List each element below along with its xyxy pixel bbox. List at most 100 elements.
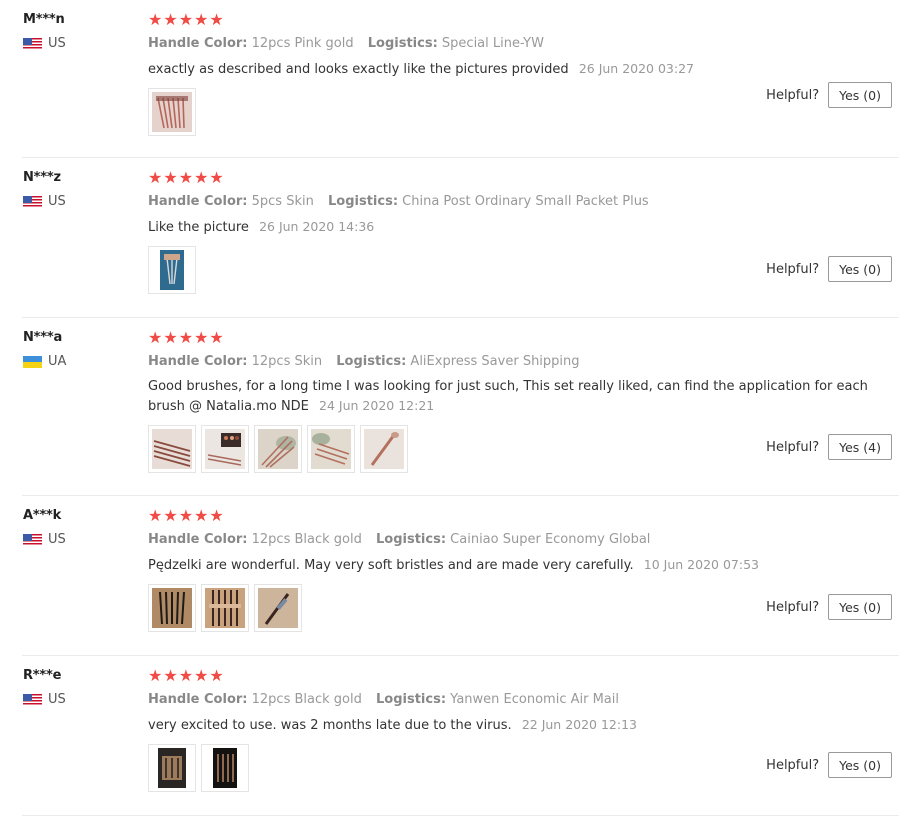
star-icon: ★ [178, 328, 194, 347]
country-code: US [48, 532, 66, 547]
buyer-country: US [23, 692, 133, 707]
star-icon: ★ [194, 506, 209, 525]
helpful-yes-button[interactable]: Yes (0) [828, 256, 892, 282]
review-date: 10 Jun 2020 07:53 [643, 557, 759, 572]
handle-color-value: 12pcs Black gold [251, 532, 362, 547]
us-flag-icon [23, 693, 42, 706]
logistics-label: Logistics: [367, 36, 438, 51]
order-info: Handle Color: 12pcs Pink gold Logistics:… [148, 36, 893, 51]
review-photo[interactable] [148, 584, 196, 632]
star-icon: ★ [194, 328, 209, 347]
review-date: 26 Jun 2020 03:27 [578, 61, 695, 76]
handle-color-label: Handle Color: [148, 354, 248, 369]
helpful-label: Helpful? [766, 439, 820, 455]
star-icon: ★ [163, 10, 178, 29]
helpful-vote: Helpful? Yes (0) [766, 752, 892, 778]
star-icon: ★ [178, 666, 194, 685]
brush-set-photo [311, 429, 351, 469]
star-icon: ★ [209, 168, 224, 187]
review-date: 24 Jun 2020 12:21 [319, 398, 435, 413]
country-code: US [48, 194, 66, 209]
buyer-info: A***k US [23, 508, 133, 547]
star-rating: ★ ★ ★ ★ ★ [148, 12, 893, 28]
helpful-vote: Helpful? Yes (0) [766, 256, 892, 282]
review-text: Good brushes, for a long time I was look… [148, 377, 888, 416]
star-icon: ★ [209, 666, 224, 685]
buyer-country: US [23, 36, 133, 51]
star-icon: ★ [163, 328, 178, 347]
handle-color-label: Handle Color: [148, 692, 248, 707]
review-photo[interactable] [201, 584, 249, 632]
review-photo[interactable] [148, 744, 196, 792]
brush-set-photo [205, 588, 245, 628]
helpful-vote: Helpful? Yes (4) [766, 434, 892, 460]
review-text: Pędzelki are wonderful. May very soft br… [148, 555, 888, 575]
review-body: Like the picture [148, 220, 249, 235]
helpful-label: Helpful? [766, 599, 820, 615]
brush-set-photo [152, 588, 192, 628]
review-text: Like the picture 26 Jun 2020 14:36 [148, 217, 888, 237]
ua-flag-icon [23, 355, 42, 368]
buyer-country: US [23, 532, 133, 547]
palette-photo [205, 429, 245, 469]
handle-color-label: Handle Color: [148, 36, 248, 51]
us-flag-icon [23, 533, 42, 546]
order-info: Handle Color: 12pcs Black gold Logistics… [148, 532, 893, 547]
star-icon: ★ [194, 666, 209, 685]
star-rating: ★ ★ ★ ★ ★ [148, 668, 893, 684]
star-icon: ★ [178, 506, 194, 525]
review-body: exactly as described and looks exactly l… [148, 62, 569, 77]
star-rating: ★ ★ ★ ★ ★ [148, 170, 893, 186]
package-photo [213, 748, 237, 788]
helpful-vote: Helpful? Yes (0) [766, 82, 892, 108]
buyer-name: A***k [23, 508, 62, 523]
helpful-yes-button[interactable]: Yes (0) [828, 594, 892, 620]
review-item: N***a UA ★ ★ ★ ★ ★ Handle Color: 12pcs Skin … [22, 318, 899, 496]
logistics-value: Yanwen Economic Air Mail [450, 692, 619, 707]
star-icon: ★ [209, 506, 224, 525]
logistics-value: Special Line-YW [441, 36, 544, 51]
helpful-label: Helpful? [766, 757, 820, 773]
us-flag-icon [23, 195, 42, 208]
star-icon: ★ [148, 506, 163, 525]
helpful-label: Helpful? [766, 261, 820, 277]
review-photo[interactable] [148, 246, 196, 294]
star-icon: ★ [178, 168, 194, 187]
logistics-label: Logistics: [336, 354, 407, 369]
buyer-info: N***a UA [23, 330, 133, 369]
helpful-yes-button[interactable]: Yes (0) [828, 752, 892, 778]
star-icon: ★ [178, 10, 194, 29]
review-body: Pędzelki are wonderful. May very soft br… [148, 558, 634, 573]
helpful-label: Helpful? [766, 87, 820, 103]
review-text: exactly as described and looks exactly l… [148, 59, 888, 79]
star-rating: ★ ★ ★ ★ ★ [148, 330, 893, 346]
review-photo[interactable] [148, 425, 196, 473]
handle-color-value: 5pcs Skin [251, 194, 314, 209]
helpful-yes-button[interactable]: Yes (0) [828, 82, 892, 108]
review-body: Good brushes, for a long time I was look… [148, 379, 868, 414]
review-photo[interactable] [254, 584, 302, 632]
review-text: very excited to use. was 2 months late d… [148, 715, 888, 735]
brush-set-photo [258, 429, 298, 469]
brush-set-photo [152, 92, 192, 132]
review-body: very excited to use. was 2 months late d… [148, 718, 512, 733]
review-photo[interactable] [201, 744, 249, 792]
order-info: Handle Color: 12pcs Skin Logistics: AliE… [148, 354, 893, 369]
review-photo[interactable] [254, 425, 302, 473]
logistics-value: China Post Ordinary Small Packet Plus [402, 194, 649, 209]
order-info: Handle Color: 12pcs Black gold Logistics… [148, 692, 893, 707]
brush-photo [364, 429, 404, 469]
buyer-country: UA [23, 354, 133, 369]
logistics-label: Logistics: [376, 532, 447, 547]
review-photo[interactable] [201, 425, 249, 473]
review-item: R***e US ★ ★ ★ ★ ★ Handle Color: 12pcs Black… [22, 656, 899, 816]
buyer-name: M***n [23, 12, 65, 27]
buyer-info: N***z US [23, 170, 133, 209]
review-photo[interactable] [307, 425, 355, 473]
review-photo[interactable] [360, 425, 408, 473]
review-photo[interactable] [148, 88, 196, 136]
star-icon: ★ [209, 10, 224, 29]
helpful-vote: Helpful? Yes (0) [766, 594, 892, 620]
star-icon: ★ [148, 328, 163, 347]
helpful-yes-button[interactable]: Yes (4) [828, 434, 892, 460]
